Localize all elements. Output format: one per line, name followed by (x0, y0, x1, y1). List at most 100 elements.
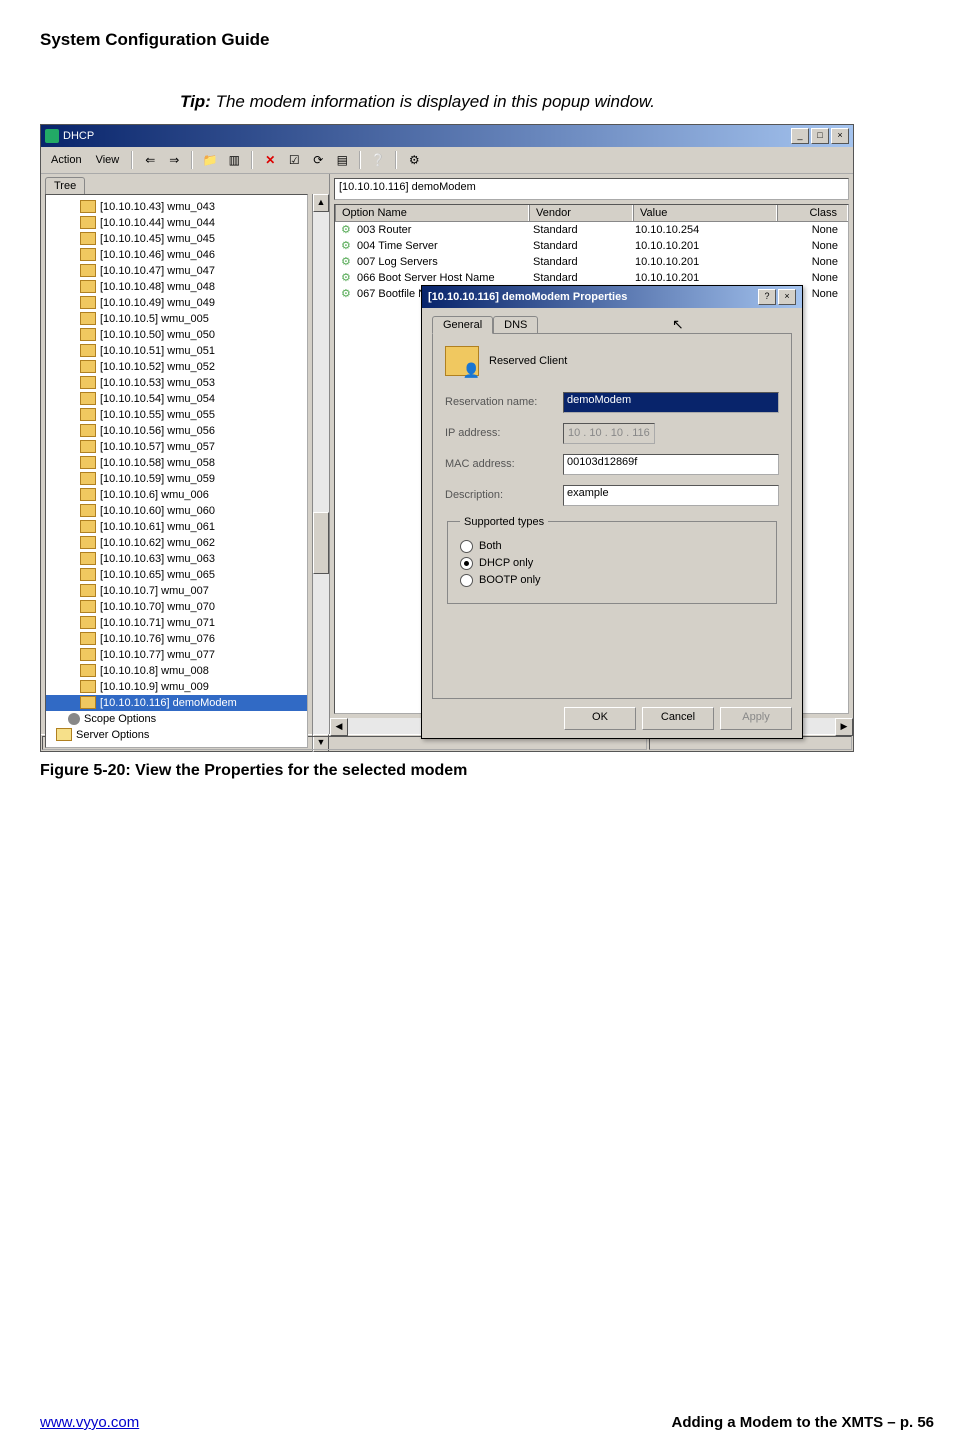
refresh-icon[interactable]: ⟳ (309, 151, 327, 169)
footer-link[interactable]: www.vyyo.com (40, 1414, 139, 1431)
tree-scrollbar[interactable]: ▲ ▼ (312, 194, 329, 752)
tree-item[interactable]: [10.10.10.61] wmu_061 (46, 519, 307, 535)
tree-item[interactable]: [10.10.10.54] wmu_054 (46, 391, 307, 407)
menu-view[interactable]: View (92, 152, 124, 168)
folder-icon (80, 376, 96, 389)
menu-action-label: Action (51, 154, 82, 166)
tree-item[interactable]: [10.10.10.52] wmu_052 (46, 359, 307, 375)
menu-action[interactable]: Action (47, 152, 86, 168)
tree-item[interactable]: [10.10.10.71] wmu_071 (46, 615, 307, 631)
radio-bootp-only[interactable] (460, 574, 473, 587)
radio-bootp-row[interactable]: BOOTP only (460, 574, 764, 587)
minimize-button[interactable]: _ (791, 128, 809, 144)
dialog-help-button[interactable]: ? (758, 289, 776, 305)
tree-item[interactable]: [10.10.10.50] wmu_050 (46, 327, 307, 343)
tree-item[interactable]: [10.10.10.63] wmu_063 (46, 551, 307, 567)
tree-item[interactable]: [10.10.10.56] wmu_056 (46, 423, 307, 439)
cursor-icon: ↖ (672, 316, 684, 333)
tree-item-label: [10.10.10.56] wmu_056 (100, 425, 215, 437)
tree-item[interactable]: [10.10.10.45] wmu_045 (46, 231, 307, 247)
tree-item[interactable]: [10.10.10.59] wmu_059 (46, 471, 307, 487)
folder-icon (80, 200, 96, 213)
list-row[interactable]: 003 RouterStandard10.10.10.254None (335, 222, 848, 238)
tree-item[interactable]: [10.10.10.46] wmu_046 (46, 247, 307, 263)
forward-button[interactable]: ⇒ (165, 151, 183, 169)
tree-item[interactable]: [10.10.10.58] wmu_058 (46, 455, 307, 471)
up-folder-icon[interactable]: 📁 (201, 151, 219, 169)
tree-item[interactable]: [10.10.10.5] wmu_005 (46, 311, 307, 327)
export-list-icon[interactable]: ▤ (333, 151, 351, 169)
folder-icon (80, 408, 96, 421)
apply-button[interactable]: Apply (720, 707, 792, 730)
col-value[interactable]: Value (633, 205, 777, 221)
tab-general[interactable]: General (432, 316, 493, 334)
reservation-name-input[interactable]: demoModem (563, 392, 779, 413)
tree-item[interactable]: [10.10.10.70] wmu_070 (46, 599, 307, 615)
option-name: 007 Log Servers (357, 256, 438, 268)
menubar-toolbar: Action View ⇐ ⇒ 📁 ▥ ✕ ☑ ⟳ ▤ ❔ ⚙ (41, 147, 853, 174)
close-button[interactable]: × (831, 128, 849, 144)
hscroll-right-button[interactable]: ▶ (835, 718, 853, 736)
tree-item[interactable]: [10.10.10.57] wmu_057 (46, 439, 307, 455)
show-hide-tree-icon[interactable]: ▥ (225, 151, 243, 169)
tree-item-label: [10.10.10.57] wmu_057 (100, 441, 215, 453)
radio-both[interactable] (460, 540, 473, 553)
tree-item[interactable]: [10.10.10.6] wmu_006 (46, 487, 307, 503)
tree-item[interactable]: [10.10.10.44] wmu_044 (46, 215, 307, 231)
option-name: 004 Time Server (357, 240, 438, 252)
back-button[interactable]: ⇐ (141, 151, 159, 169)
tree-scope-options[interactable]: Scope Options (46, 711, 307, 727)
radio-dhcp-row[interactable]: DHCP only (460, 557, 764, 570)
dhcp-mmc-window: DHCP _ □ × Action View ⇐ ⇒ 📁 ▥ ✕ ☑ ⟳ ▤ ❔… (40, 124, 854, 752)
dialog-close-button[interactable]: × (778, 289, 796, 305)
list-row[interactable]: 066 Boot Server Host NameStandard10.10.1… (335, 270, 848, 286)
tree-item[interactable]: [10.10.10.49] wmu_049 (46, 295, 307, 311)
tree-view[interactable]: [10.10.10.43] wmu_043[10.10.10.44] wmu_0… (45, 194, 308, 748)
radio-dhcp-only[interactable] (460, 557, 473, 570)
delete-icon[interactable]: ✕ (261, 151, 279, 169)
tree-item-label: [10.10.10.6] wmu_006 (100, 489, 209, 501)
list-header[interactable]: Option Name Vendor Value Class (335, 205, 848, 222)
scroll-up-button[interactable]: ▲ (313, 194, 329, 212)
description-input[interactable]: example (563, 485, 779, 506)
folder-icon (80, 632, 96, 645)
tree-item[interactable]: [10.10.10.53] wmu_053 (46, 375, 307, 391)
tree-item[interactable]: [10.10.10.55] wmu_055 (46, 407, 307, 423)
hscroll-left-button[interactable]: ◀ (330, 718, 348, 736)
option-class: None (771, 256, 848, 268)
tree-item[interactable]: [10.10.10.62] wmu_062 (46, 535, 307, 551)
tree-item[interactable]: [10.10.10.60] wmu_060 (46, 503, 307, 519)
tree-item[interactable]: [10.10.10.8] wmu_008 (46, 663, 307, 679)
radio-bootp-label: BOOTP only (479, 574, 541, 586)
col-class[interactable]: Class (777, 205, 848, 221)
mac-address-input[interactable]: 00103d12869f (563, 454, 779, 475)
tree-server-options[interactable]: Server Options (46, 727, 307, 743)
tree-item[interactable]: [10.10.10.9] wmu_009 (46, 679, 307, 695)
supported-types-group: Supported types Both DHCP only BOOTP onl… (447, 516, 777, 604)
radio-dhcp-label: DHCP only (479, 557, 533, 569)
tree-item[interactable]: [10.10.10.116] demoModem (46, 695, 307, 711)
tree-item[interactable]: [10.10.10.43] wmu_043 (46, 199, 307, 215)
help-icon[interactable]: ❔ (369, 151, 387, 169)
radio-both-row[interactable]: Both (460, 540, 764, 553)
scroll-thumb[interactable] (313, 512, 329, 574)
tree-item[interactable]: [10.10.10.51] wmu_051 (46, 343, 307, 359)
tree-tab[interactable]: Tree (45, 177, 85, 194)
cancel-button[interactable]: Cancel (642, 707, 714, 730)
list-row[interactable]: 007 Log ServersStandard10.10.10.201None (335, 254, 848, 270)
tree-item[interactable]: [10.10.10.48] wmu_048 (46, 279, 307, 295)
tree-item[interactable]: [10.10.10.7] wmu_007 (46, 583, 307, 599)
tree-item[interactable]: [10.10.10.47] wmu_047 (46, 263, 307, 279)
maximize-button[interactable]: □ (811, 128, 829, 144)
tree-item[interactable]: [10.10.10.76] wmu_076 (46, 631, 307, 647)
col-vendor[interactable]: Vendor (529, 205, 633, 221)
list-row[interactable]: 004 Time ServerStandard10.10.10.201None (335, 238, 848, 254)
tab-dns[interactable]: DNS (493, 316, 538, 334)
tree-item-label: [10.10.10.52] wmu_052 (100, 361, 215, 373)
tree-item[interactable]: [10.10.10.65] wmu_065 (46, 567, 307, 583)
tree-item[interactable]: [10.10.10.77] wmu_077 (46, 647, 307, 663)
col-option-name[interactable]: Option Name (335, 205, 529, 221)
ok-button[interactable]: OK (564, 707, 636, 730)
dhcp-option-icon[interactable]: ⚙ (405, 151, 423, 169)
properties-icon[interactable]: ☑ (285, 151, 303, 169)
